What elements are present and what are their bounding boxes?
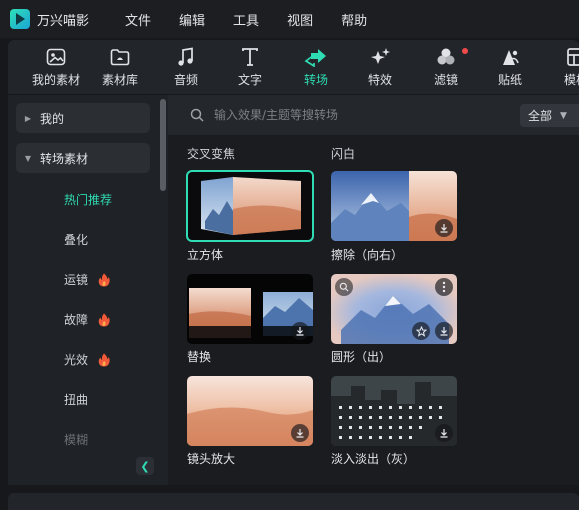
cube-thumbnail [187, 171, 313, 241]
fire-icon [98, 273, 110, 286]
tool-stickers[interactable]: 贴纸 [490, 40, 530, 94]
app-logo-icon [10, 9, 30, 29]
transition-card-replace[interactable] [187, 274, 313, 344]
sidebar-group-label: 转场素材 [40, 151, 89, 166]
notification-badge [462, 48, 468, 54]
chevron-down-icon: ▼ [560, 110, 567, 121]
transition-card-circle-out[interactable] [331, 274, 457, 344]
menu-help[interactable]: 帮助 [341, 10, 367, 29]
transition-label[interactable]: 闪白 [331, 145, 355, 162]
transition-card-fade-gray[interactable] [331, 376, 457, 446]
preview-zoom-icon[interactable] [335, 278, 353, 296]
stock-media-icon [110, 46, 130, 68]
download-icon[interactable] [435, 219, 453, 237]
card-label: 立方体 [187, 248, 224, 262]
tool-label: 音频 [173, 73, 198, 87]
sidebar-item-label: 运镜 [64, 273, 89, 287]
transition-card-wipe-right[interactable] [331, 171, 457, 241]
fire-icon [98, 353, 110, 366]
sidebar-group-mine[interactable]: ▶ 我的 [16, 103, 150, 133]
menu-edit[interactable]: 编辑 [179, 10, 205, 29]
tool-effects[interactable]: 特效 [360, 40, 400, 94]
templates-icon [566, 46, 579, 68]
tool-label: 滤镜 [433, 73, 458, 87]
sidebar-item-glitch[interactable]: 故障 [64, 311, 110, 328]
search-input[interactable] [214, 108, 474, 122]
timeline-toolbar [8, 493, 579, 510]
chevron-down-icon: ▼ [24, 153, 32, 163]
app-name: 万兴喵影 [37, 13, 90, 29]
effects-icon [369, 46, 391, 68]
card-label: 淡入淡出（灰） [331, 452, 416, 466]
tool-audio[interactable]: 音频 [166, 40, 206, 94]
download-icon[interactable] [291, 322, 309, 340]
search-icon [190, 108, 204, 122]
my-media-icon [46, 46, 66, 68]
favorite-star-icon[interactable] [412, 322, 430, 340]
sidebar-item-dissolve[interactable]: 叠化 [64, 231, 88, 248]
tool-label: 转场 [303, 73, 328, 87]
menu-file[interactable]: 文件 [125, 10, 151, 29]
filters-icon [436, 46, 456, 68]
sidebar-item-light[interactable]: 光效 [64, 351, 110, 368]
tool-label: 模板 [563, 73, 579, 87]
audio-icon [177, 46, 195, 68]
category-sidebar: ▶ 我的 ▼ 转场素材 热门推荐 叠化 运镜 故障 光效 扭曲 模糊 ❮ [8, 95, 168, 485]
transition-browser: 全部 ▼ 交叉变焦 闪白 立方体 [168, 95, 579, 485]
card-label: 镜头放大 [187, 452, 236, 466]
menu-tools[interactable]: 工具 [233, 10, 259, 29]
sidebar-item-popular[interactable]: 热门推荐 [64, 191, 112, 208]
tool-filters[interactable]: 滤镜 [426, 40, 468, 94]
tool-transition[interactable]: 转场 [296, 40, 336, 94]
tool-label: 文字 [237, 73, 262, 87]
sidebar-item-label: 扭曲 [64, 393, 89, 407]
sidebar-item-label: 光效 [64, 353, 89, 367]
sidebar-item-label: 故障 [64, 313, 89, 327]
tool-text[interactable]: 文字 [230, 40, 270, 94]
sidebar-scrollbar[interactable] [160, 99, 166, 191]
tool-label: 特效 [367, 73, 392, 87]
fire-icon [98, 313, 110, 326]
download-icon[interactable] [291, 424, 309, 442]
transition-icon [304, 46, 328, 68]
download-icon[interactable] [435, 322, 453, 340]
tool-stock-media[interactable]: 素材库 [98, 40, 142, 94]
sidebar-group-transitions[interactable]: ▼ 转场素材 [16, 143, 150, 173]
tool-label: 贴纸 [497, 73, 522, 87]
filter-dropdown[interactable]: 全部 ▼ [520, 104, 579, 127]
sidebar-item-blur[interactable]: 模糊 [64, 431, 88, 448]
sidebar-item-label: 叠化 [64, 233, 89, 247]
transition-card-cube[interactable] [186, 170, 314, 242]
media-toolbar: 我的素材 素材库 音频 文字 转场 特效 滤镜 贴纸 模 [8, 40, 579, 94]
transition-label[interactable]: 交叉变焦 [187, 145, 235, 162]
card-label: 擦除（向右） [331, 248, 404, 262]
sidebar-item-camera-move[interactable]: 运镜 [64, 271, 110, 288]
sidebar-item-label: 热门推荐 [64, 193, 113, 207]
chevron-left-icon: ❮ [140, 459, 150, 473]
collapse-sidebar-button[interactable]: ❮ [136, 457, 154, 475]
filter-value: 全部 [528, 109, 553, 123]
chevron-right-icon: ▶ [24, 113, 32, 123]
sidebar-item-distort[interactable]: 扭曲 [64, 391, 88, 408]
menu-view[interactable]: 视图 [287, 10, 313, 29]
card-label: 替换 [187, 350, 212, 364]
tool-label: 我的素材 [31, 73, 80, 87]
search-bar: 全部 ▼ [168, 95, 579, 135]
sidebar-group-label: 我的 [40, 111, 65, 126]
tool-my-media[interactable]: 我的素材 [16, 40, 96, 94]
menu-bar: 万兴喵影 文件 编辑 工具 视图 帮助 [0, 0, 579, 38]
tool-label: 素材库 [101, 73, 138, 87]
stickers-icon [500, 46, 520, 68]
transition-card-lens-zoom[interactable] [187, 376, 313, 446]
more-options-icon[interactable] [435, 278, 453, 296]
tool-templates[interactable]: 模板 [556, 40, 579, 94]
text-icon [241, 46, 259, 68]
download-icon[interactable] [435, 424, 453, 442]
card-label: 圆形（出） [331, 350, 392, 364]
sidebar-item-label: 模糊 [64, 433, 89, 447]
